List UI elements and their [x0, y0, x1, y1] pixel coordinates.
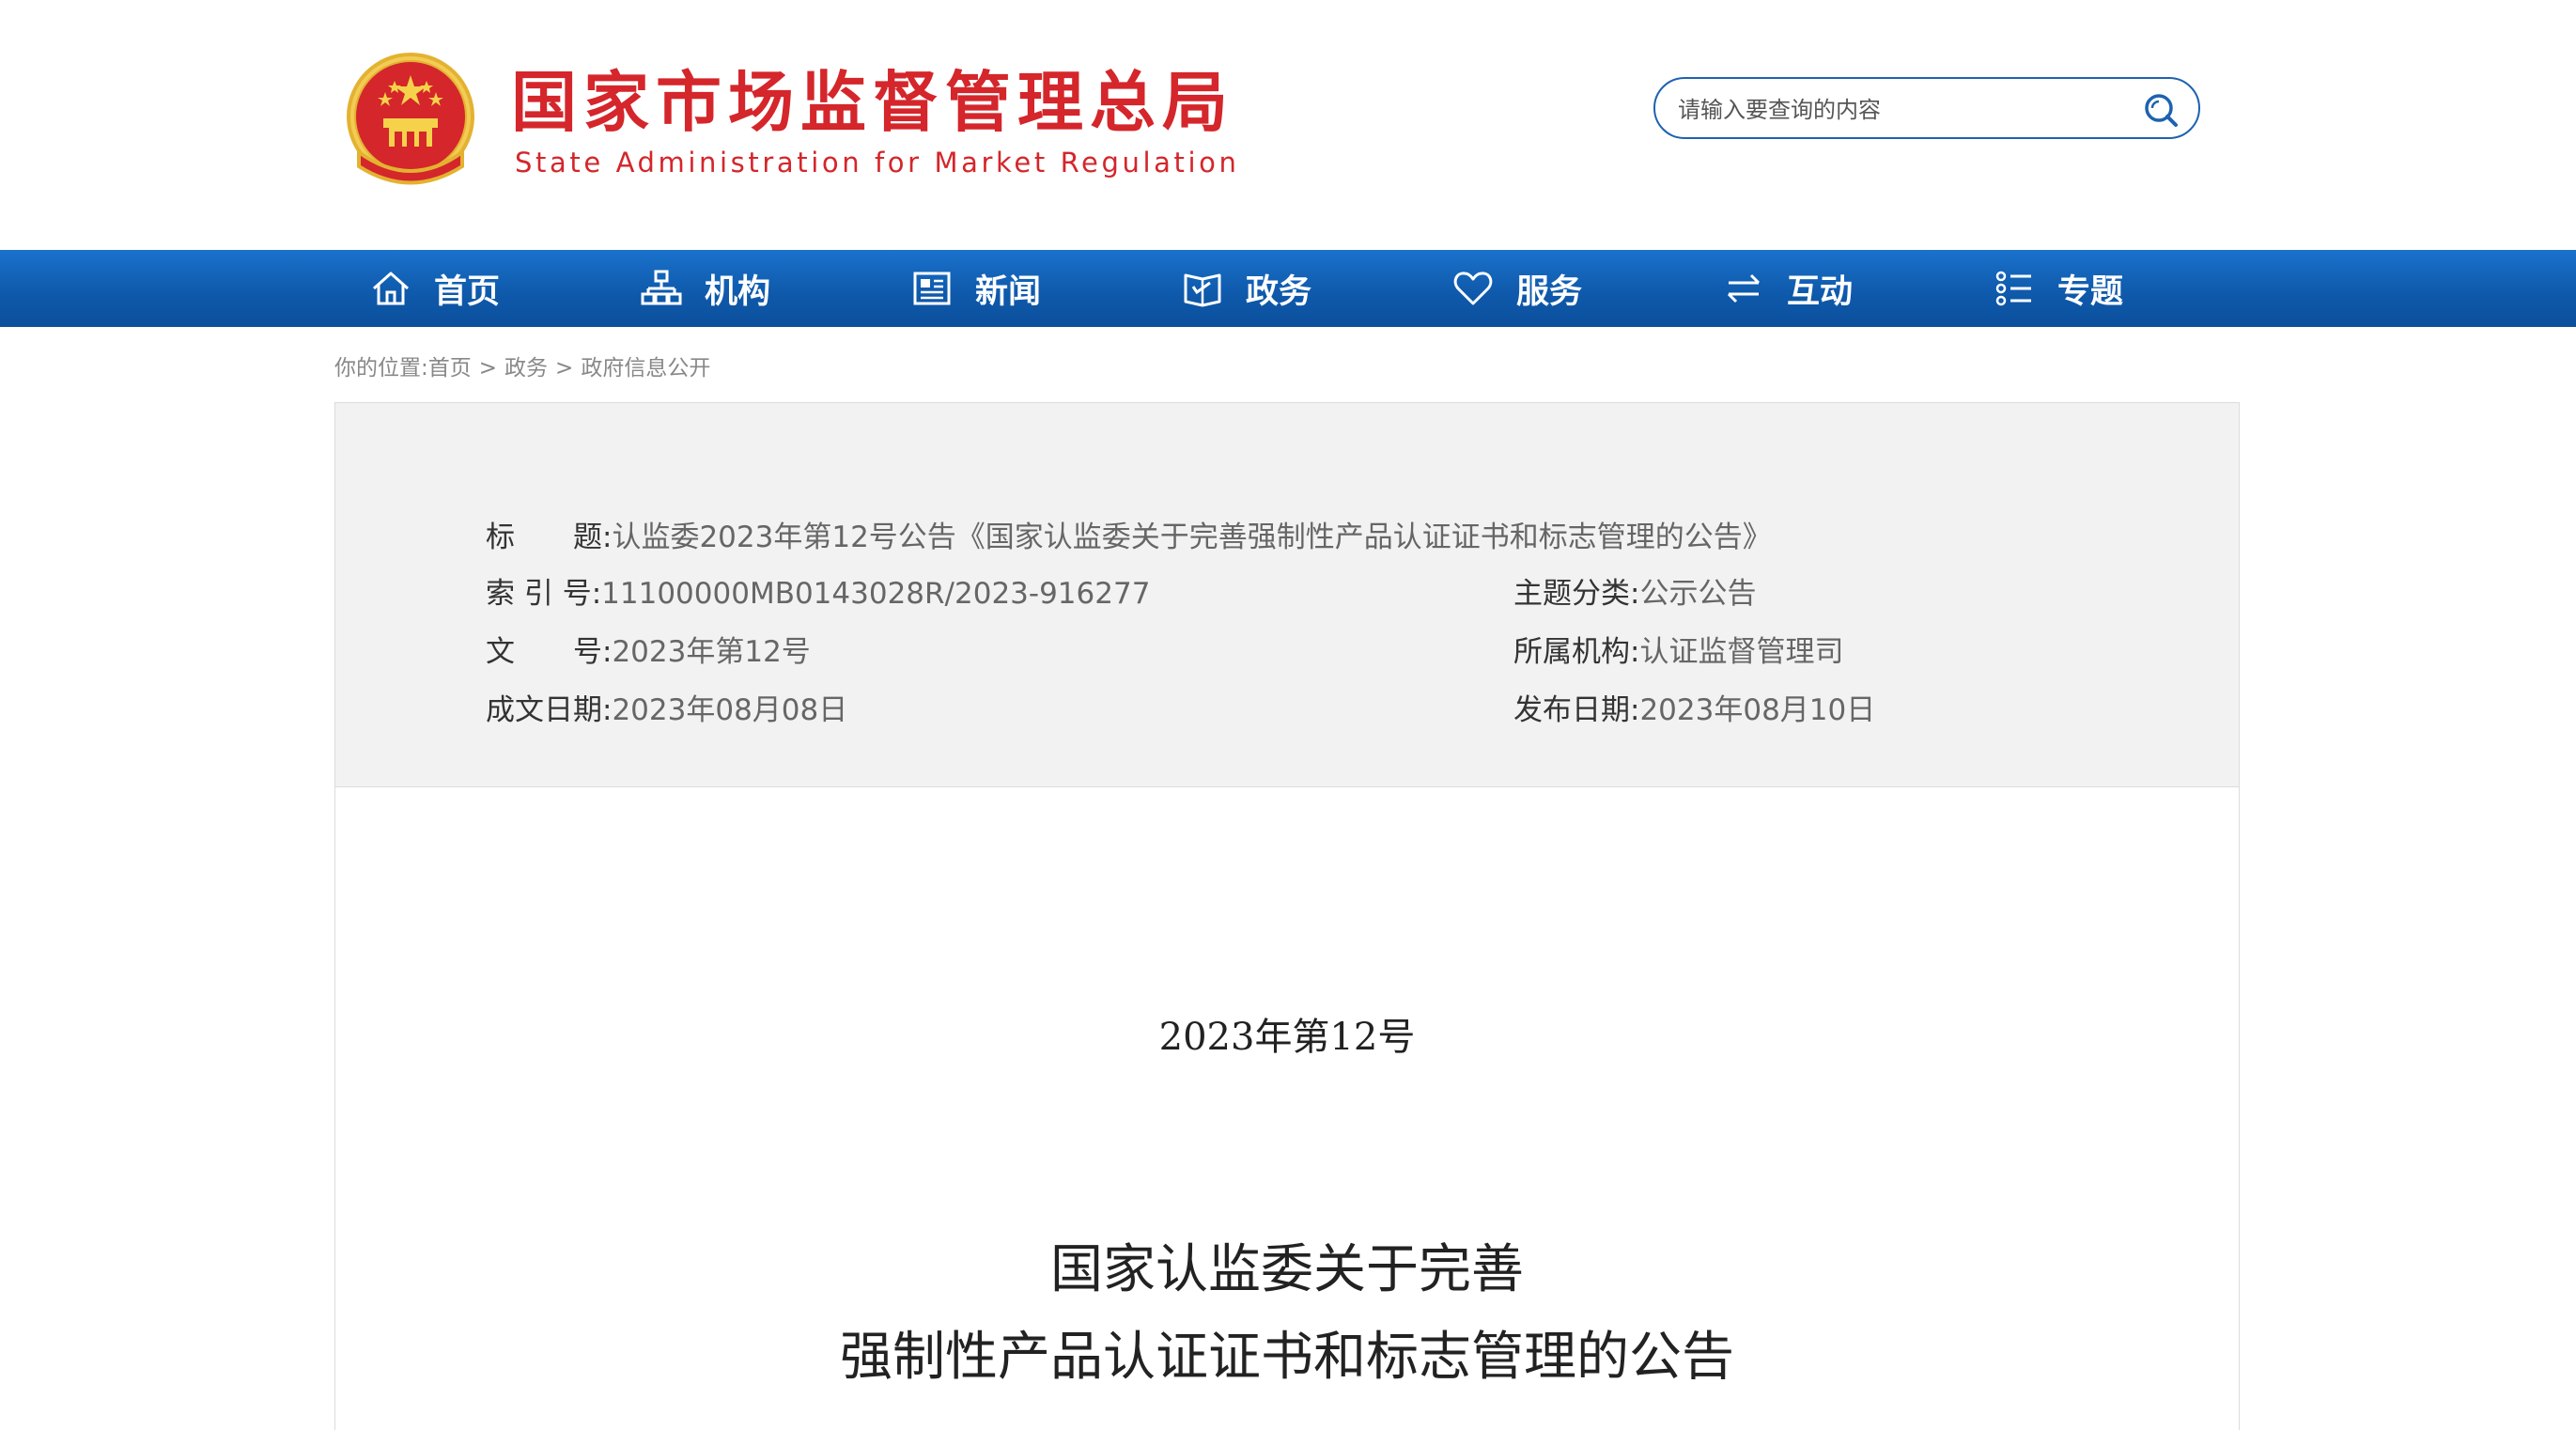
info-topic-label: 主题分类:	[1513, 577, 1640, 611]
nav-item-label: 专题	[2057, 272, 2124, 311]
info-published-value: 2023年08月10日	[1639, 693, 1876, 727]
nav-item-interaction[interactable]: 互动	[1723, 250, 1853, 327]
home-icon	[373, 272, 409, 305]
nav-item-label: 首页	[434, 272, 501, 311]
search-input[interactable]	[1676, 90, 2131, 130]
nav-item-label: 政务	[1246, 272, 1312, 311]
breadcrumb: 你的位置:首页 > 政务 > 政府信息公开	[334, 350, 710, 381]
info-index-label: 索 引 号:	[486, 577, 602, 611]
newspaper-icon	[913, 272, 951, 305]
nav-item-label: 新闻	[975, 272, 1042, 311]
site-header: 国家市场监督管理总局 State Administration for Mark…	[0, 0, 2576, 250]
info-row-org: 所属机构:认证监督管理司	[1513, 633, 1843, 671]
info-title-label: 标 题:	[486, 521, 613, 554]
document-body: 2023年第12号 国家认监委关于完善 强制性产品认证证书和标志管理的公告	[334, 787, 2240, 1430]
nav-item-home[interactable]: 首页	[370, 250, 500, 327]
site-title[interactable]: 国家市场监督管理总局	[511, 62, 1234, 143]
org-chart-icon	[641, 270, 682, 305]
info-index-value: 11100000MB0143028R/2023-916277	[601, 577, 1151, 611]
nav-item-news[interactable]: 新闻	[911, 250, 1041, 327]
info-docno-value: 2023年第12号	[612, 635, 811, 669]
breadcrumb-link-home[interactable]: 首页	[428, 356, 472, 381]
info-org-label: 所属机构:	[1513, 635, 1640, 669]
info-row-docno: 文 号:2023年第12号	[486, 633, 811, 671]
document-info-panel: 标 题:认监委2023年第12号公告《国家认监委关于完善强制性产品认证证书和标志…	[334, 402, 2240, 787]
national-emblem-icon[interactable]	[340, 49, 481, 194]
breadcrumb-link-government[interactable]: 政务	[504, 356, 548, 381]
breadcrumb-prefix: 你的位置:	[334, 356, 428, 381]
nav-item-government[interactable]: 政务	[1182, 250, 1311, 327]
breadcrumb-separator: >	[478, 356, 498, 381]
info-row-created: 成文日期:2023年08月08日	[486, 692, 847, 729]
breadcrumb-separator: >	[555, 356, 574, 381]
nav-item-label: 机构	[705, 272, 771, 311]
info-row-published: 发布日期:2023年08月10日	[1513, 692, 1875, 729]
document-title-line-2: 强制性产品认证证书和标志管理的公告	[840, 1327, 1734, 1388]
document-title-line-1: 国家认监委关于完善	[1050, 1239, 1524, 1300]
info-created-value: 2023年08月08日	[612, 693, 848, 727]
list-icon	[1995, 271, 2031, 306]
search-box	[1653, 77, 2200, 139]
info-published-label: 发布日期:	[1513, 693, 1640, 727]
info-row-topic: 主题分类:公示公告	[1513, 575, 1756, 613]
nav-item-service[interactable]: 服务	[1452, 250, 1582, 327]
nav-item-topics[interactable]: 专题	[1994, 250, 2123, 327]
book-icon	[1184, 273, 1221, 307]
document-number: 2023年第12号	[1158, 1016, 1416, 1059]
info-row-index: 索 引 号:11100000MB0143028R/2023-916277	[486, 575, 1150, 613]
nav-item-label: 服务	[1516, 272, 1583, 311]
info-title-value: 认监委2023年第12号公告《国家认监委关于完善强制性产品认证证书和标志管理的公…	[612, 521, 1772, 554]
nav-item-label: 互动	[1787, 272, 1854, 311]
info-row-title: 标 题:认监委2023年第12号公告《国家认监委关于完善强制性产品认证证书和标志…	[486, 519, 1772, 556]
info-topic-value: 公示公告	[1639, 577, 1757, 611]
search-icon[interactable]	[2142, 91, 2180, 129]
info-org-value: 认证监督管理司	[1639, 635, 1844, 669]
info-created-label: 成文日期:	[486, 693, 613, 727]
info-docno-label: 文 号:	[486, 635, 613, 669]
swap-arrows-icon	[1727, 273, 1761, 303]
heart-icon	[1453, 272, 1493, 305]
site-subtitle: State Administration for Market Regulati…	[515, 147, 1240, 179]
main-nav: 首页 机构 新闻 政务 服务 互动 专题	[0, 250, 2576, 327]
breadcrumb-link-info-disclosure[interactable]: 政府信息公开	[581, 356, 710, 381]
nav-item-org[interactable]: 机构	[641, 250, 770, 327]
